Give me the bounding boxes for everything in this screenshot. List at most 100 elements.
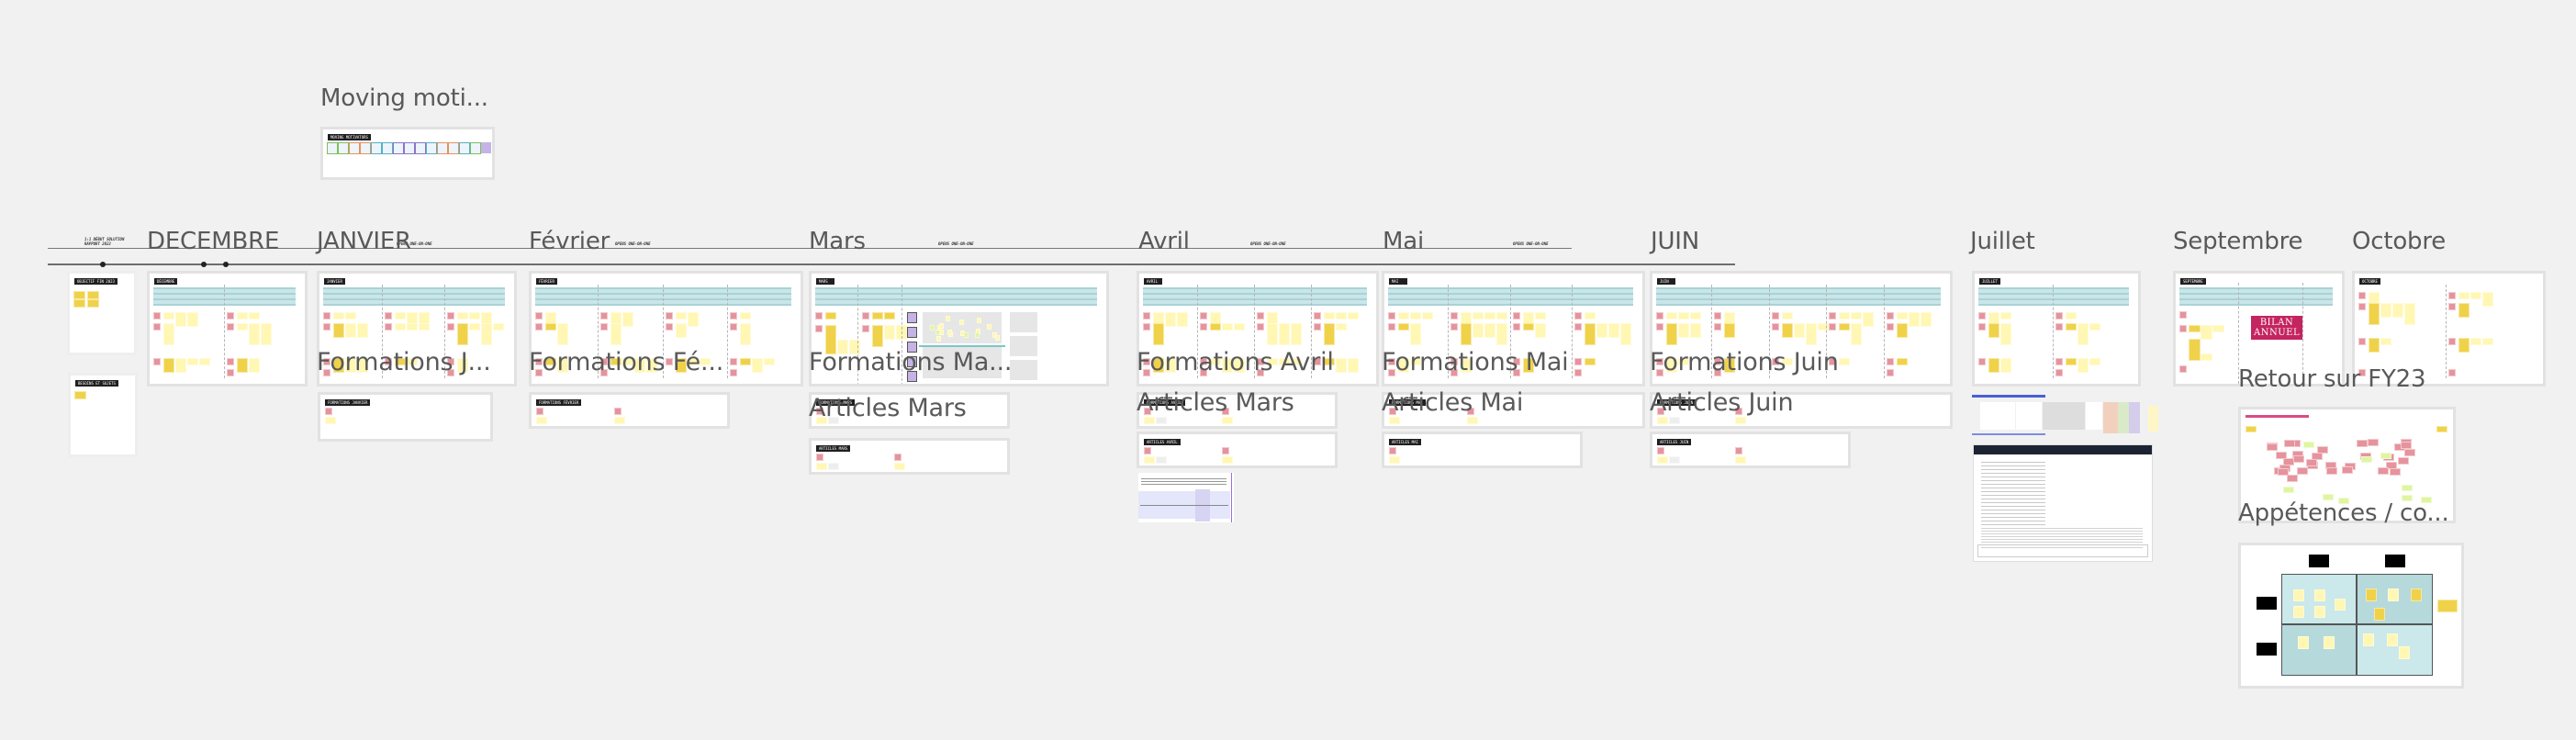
sticky-note[interactable] [1336, 312, 1347, 320]
sticky-note[interactable] [2089, 358, 2100, 365]
frame-title-formations-fevrier[interactable]: Formations Fé... [529, 349, 723, 376]
sticky-note[interactable] [675, 323, 687, 338]
frame-objectif[interactable]: OBJECTIF FIN 2023 [67, 271, 137, 355]
sticky-note[interactable] [2066, 358, 2077, 365]
sticky-note[interactable] [828, 463, 839, 470]
sticky-note[interactable] [2458, 303, 2470, 318]
sticky-note[interactable] [665, 323, 673, 331]
sticky-note[interactable] [2335, 599, 2346, 611]
sticky-note[interactable] [1143, 323, 1150, 331]
frame-formations-fevrier[interactable]: FORMATIONS FÉVRIER [529, 392, 730, 429]
sticky-note[interactable] [2399, 646, 2410, 659]
sticky-note[interactable] [1389, 456, 1400, 464]
frame-articles-juin[interactable]: ARTICLES JUIN [1650, 432, 1851, 468]
sticky-note[interactable] [2481, 292, 2493, 307]
sticky-note[interactable] [907, 327, 917, 338]
sticky-note[interactable] [1314, 323, 1321, 331]
sticky-note[interactable] [419, 323, 431, 331]
sticky-note[interactable] [163, 312, 174, 320]
sticky-note[interactable] [2436, 426, 2447, 432]
sticky-note[interactable] [1450, 323, 1458, 331]
sticky-note[interactable] [1851, 312, 1863, 320]
sticky-note[interactable] [599, 323, 608, 331]
sticky-note[interactable] [2246, 426, 2257, 432]
frame-title-juillet[interactable]: Juillet [1970, 228, 2035, 255]
sticky-note[interactable] [2189, 339, 2201, 361]
sticky-note[interactable] [2369, 338, 2380, 353]
frame-formations-janvier[interactable]: FORMATIONS JANVIER [318, 392, 493, 442]
sticky-note[interactable] [1771, 323, 1779, 331]
sticky-note[interactable] [333, 312, 344, 320]
sticky-note[interactable] [946, 316, 950, 321]
sticky-note[interactable] [2358, 303, 2366, 310]
sticky-note[interactable] [1279, 323, 1290, 345]
sticky-note[interactable] [2380, 338, 2391, 345]
sticky-note[interactable] [1713, 312, 1721, 320]
sticky-note[interactable] [1534, 312, 1546, 320]
sticky-note[interactable] [1735, 417, 1746, 424]
sticky-note[interactable] [894, 454, 902, 461]
frame-articles-avril[interactable]: ARTICLES AVRIL [1137, 432, 1338, 468]
motivator-card[interactable] [459, 142, 470, 154]
sticky-note[interactable] [1522, 323, 1534, 331]
sticky-note[interactable] [1735, 447, 1742, 454]
motivator-card[interactable] [470, 142, 481, 154]
axis-label-block[interactable] [2309, 555, 2329, 567]
sticky-note[interactable] [1484, 312, 1495, 320]
sticky-note[interactable] [1495, 323, 1507, 345]
sticky-note[interactable] [446, 312, 454, 320]
sticky-note[interactable] [1839, 358, 1851, 365]
sticky-note[interactable] [862, 312, 869, 320]
axis-label-block[interactable] [2257, 643, 2277, 656]
sticky-note[interactable] [323, 323, 330, 331]
sticky-note[interactable] [1887, 358, 1895, 365]
sticky-note[interactable] [333, 323, 344, 338]
sticky-note[interactable] [1324, 312, 1335, 320]
sticky-note[interactable] [2283, 487, 2294, 493]
sticky-note[interactable] [1389, 447, 1396, 454]
sticky-note[interactable] [2481, 338, 2493, 345]
motivator-card[interactable] [393, 142, 404, 154]
sticky-note[interactable] [87, 299, 99, 308]
sticky-note[interactable] [1669, 417, 1680, 424]
sticky-note[interactable] [1690, 323, 1701, 338]
sticky-note[interactable] [2470, 292, 2481, 299]
sticky-note[interactable] [2342, 466, 2353, 474]
sticky-note[interactable] [385, 312, 393, 320]
sticky-note[interactable] [2392, 303, 2403, 318]
sticky-note[interactable] [2402, 485, 2413, 491]
sticky-note[interactable] [1978, 312, 1986, 320]
sticky-note[interactable] [1781, 323, 1793, 338]
sticky-note[interactable] [1713, 323, 1721, 331]
sticky-note[interactable] [1348, 312, 1359, 320]
sticky-note[interactable] [2404, 449, 2415, 456]
sticky-note[interactable] [1143, 312, 1150, 320]
sticky-note[interactable] [1388, 312, 1395, 320]
sticky-note[interactable] [1887, 323, 1895, 331]
sticky-note[interactable] [740, 358, 752, 365]
sticky-note[interactable] [446, 323, 454, 331]
sticky-note[interactable] [2179, 325, 2187, 332]
sticky-note[interactable] [1978, 323, 1986, 331]
sticky-note[interactable] [816, 454, 823, 461]
sticky-note[interactable] [939, 323, 944, 329]
sticky-note[interactable] [2358, 292, 2366, 299]
sticky-note[interactable] [815, 325, 823, 332]
sticky-note[interactable] [1348, 358, 1359, 373]
sticky-note[interactable] [614, 417, 625, 424]
sticky-note[interactable] [1585, 312, 1596, 320]
sticky-note[interactable] [2078, 323, 2089, 345]
sticky-note[interactable] [884, 325, 895, 340]
sticky-note[interactable] [2388, 589, 2399, 601]
sticky-note[interactable] [2401, 442, 2412, 449]
sticky-note[interactable] [492, 323, 504, 331]
sticky-note[interactable] [2055, 323, 2063, 331]
sticky-note[interactable] [248, 323, 260, 345]
sticky-note[interactable] [226, 358, 234, 365]
sticky-note[interactable] [1512, 323, 1520, 331]
sticky-note[interactable] [1839, 312, 1851, 320]
motivator-card[interactable] [415, 142, 426, 154]
sticky-note[interactable] [1291, 323, 1302, 345]
sticky-note[interactable] [385, 323, 393, 331]
sticky-note[interactable] [345, 312, 356, 320]
